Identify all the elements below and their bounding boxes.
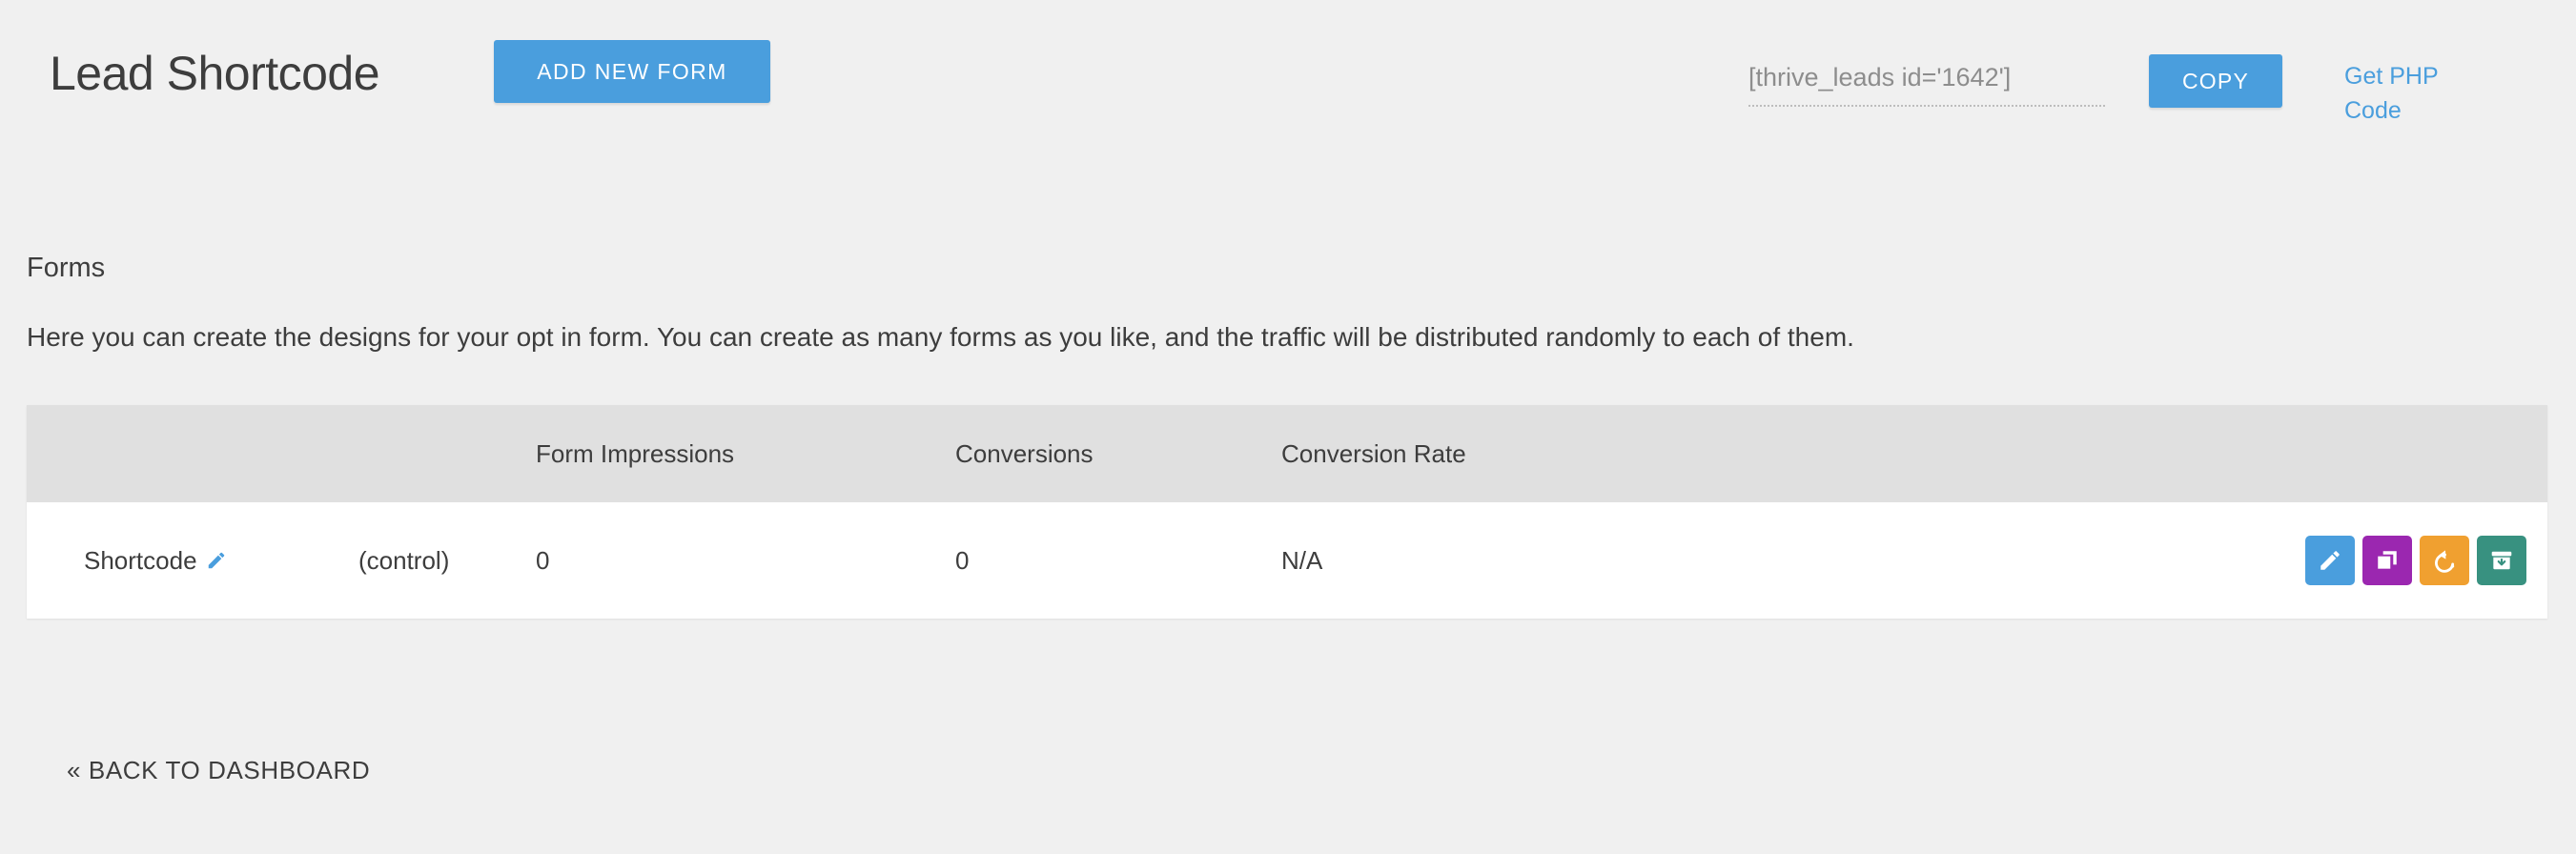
shortcode-input[interactable] bbox=[1748, 55, 2105, 107]
cell-conversions: 0 bbox=[955, 545, 970, 575]
back-to-dashboard-link[interactable]: « BACK TO DASHBOARD bbox=[67, 756, 370, 785]
copy-shortcode-button[interactable]: COPY bbox=[2149, 54, 2282, 108]
archive-form-button[interactable] bbox=[2477, 536, 2526, 585]
table-row: Shortcode (control) 0 0 N/A bbox=[27, 502, 2547, 619]
page-header: Lead Shortcode ADD NEW FORM COPY Get PHP… bbox=[0, 0, 2576, 200]
archive-box-icon bbox=[2491, 551, 2512, 570]
forms-table: Form Impressions Conversions Conversion … bbox=[27, 405, 2547, 619]
rename-pencil-icon[interactable] bbox=[206, 550, 227, 571]
column-header-conversion-rate: Conversion Rate bbox=[1281, 438, 1466, 468]
column-header-form-impressions: Form Impressions bbox=[536, 438, 735, 468]
lead-shortcode-page: Lead Shortcode ADD NEW FORM COPY Get PHP… bbox=[0, 0, 2576, 854]
forms-section-heading: Forms bbox=[27, 253, 106, 283]
column-header-conversions: Conversions bbox=[955, 438, 1094, 468]
reset-form-button[interactable] bbox=[2420, 536, 2469, 585]
page-title: Lead Shortcode bbox=[50, 47, 380, 100]
duplicate-icon bbox=[2378, 551, 2397, 569]
forms-section-description: Here you can create the designs for your… bbox=[27, 322, 1854, 352]
duplicate-form-button[interactable] bbox=[2362, 536, 2412, 585]
table-header-row: Form Impressions Conversions Conversion … bbox=[27, 405, 2547, 502]
edit-form-button[interactable] bbox=[2305, 536, 2355, 585]
get-php-code-link[interactable]: Get PHP Code bbox=[2344, 59, 2487, 129]
pencil-icon bbox=[2320, 551, 2340, 570]
cell-conversion-rate: N/A bbox=[1281, 545, 1323, 575]
cell-form-name: Shortcode bbox=[27, 546, 358, 576]
cell-form-impressions: 0 bbox=[536, 545, 550, 575]
undo-arrow-icon bbox=[2435, 550, 2455, 573]
cell-actions bbox=[1605, 536, 2547, 585]
form-name-label: Shortcode bbox=[84, 545, 197, 575]
cell-variation: (control) bbox=[358, 545, 450, 575]
add-new-form-button[interactable]: ADD NEW FORM bbox=[494, 40, 770, 103]
